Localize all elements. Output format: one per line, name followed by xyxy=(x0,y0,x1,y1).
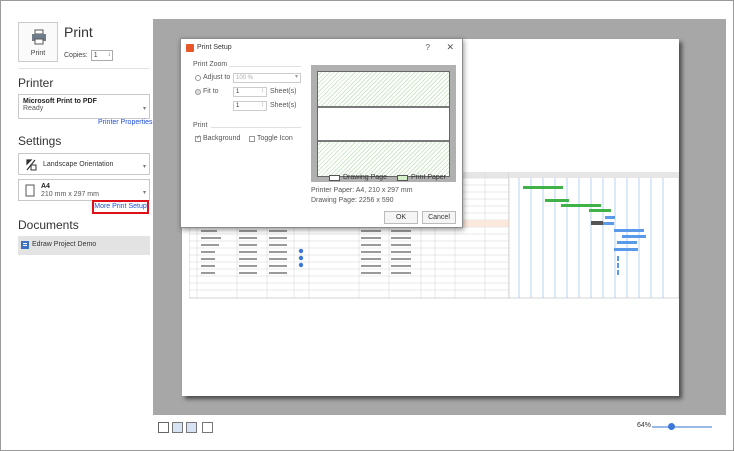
adjust-to-radio[interactable] xyxy=(195,75,201,81)
landscape-icon xyxy=(26,159,37,171)
cancel-button[interactable]: Cancel xyxy=(422,211,456,224)
copies-label: Copies: xyxy=(64,52,88,59)
printer-name: Microsoft Print to PDF xyxy=(23,98,97,105)
print-zoom-group-label: Print Zoom xyxy=(193,61,228,68)
orientation-select[interactable]: Landscape Orientation ▾ xyxy=(18,153,150,175)
fit-to-width-stepper[interactable]: 1 ↕ xyxy=(233,87,267,97)
print-button-label: Print xyxy=(30,50,46,57)
view-fit-icon[interactable] xyxy=(186,422,197,433)
zoom-slider-handle[interactable] xyxy=(667,423,675,430)
drawing-page-edge xyxy=(318,106,449,108)
chevron-down-icon: ▾ xyxy=(142,164,146,170)
drawing-page-swatch xyxy=(329,175,340,181)
legend-print-paper: Print Paper xyxy=(411,174,447,181)
orientation-label: Landscape Orientation xyxy=(43,161,114,168)
paper-size-select[interactable]: A4 210 mm x 297 mm ▾ xyxy=(18,179,150,201)
print-paper xyxy=(317,71,450,177)
legend-drawing-page: Drawing Page xyxy=(343,174,387,181)
view-grid-icon[interactable] xyxy=(172,422,183,433)
printer-heading: Printer xyxy=(18,76,54,90)
adjust-to-select[interactable]: 100 % ▾ xyxy=(233,73,301,83)
stepper-icon: ↕ xyxy=(261,102,264,108)
settings-heading: Settings xyxy=(18,134,62,148)
copies-control: Copies: 1 xyxy=(64,50,113,61)
copies-stepper[interactable]: 1 xyxy=(90,50,113,61)
divider xyxy=(18,68,150,69)
paper-margin-top xyxy=(318,72,449,106)
more-print-setup-link[interactable]: More Print Setup xyxy=(92,200,149,214)
view-width-icon[interactable] xyxy=(202,422,213,433)
paper-name: A4 xyxy=(41,183,50,190)
paper-icon xyxy=(25,184,35,197)
view-single-icon[interactable] xyxy=(158,422,169,433)
toggle-icon-label: Toggle Icon xyxy=(257,135,293,142)
print-group-label: Print xyxy=(193,122,208,129)
chevron-down-icon: ▾ xyxy=(294,74,298,80)
printer-properties-link[interactable]: Printer Properties xyxy=(98,119,152,126)
ok-button[interactable]: OK xyxy=(384,211,418,224)
document-list-item[interactable]: Edraw Project Demo xyxy=(18,236,150,255)
sheets-label: Sheet(s) xyxy=(270,88,297,95)
toggle-icon-checkbox[interactable] xyxy=(249,136,255,142)
paper-dimensions: 210 mm x 297 mm xyxy=(41,191,99,198)
adjust-to-label: Adjust to xyxy=(203,74,231,81)
print-heading: Print xyxy=(64,24,93,40)
divider xyxy=(229,66,301,67)
print-setup-dialog: Print Setup ? ✕ Print Zoom Adjust to 100… xyxy=(180,38,463,228)
zoom-level: 64% xyxy=(637,422,652,429)
zoom-slider[interactable] xyxy=(652,423,712,430)
printer-icon xyxy=(32,29,46,45)
printer-status: Ready xyxy=(23,105,44,112)
close-icon[interactable]: ✕ xyxy=(446,42,454,53)
fit-to-height-value: 1 xyxy=(236,103,240,109)
adjust-to-value: 100 % xyxy=(236,75,254,81)
fit-to-radio[interactable] xyxy=(195,89,201,95)
document-icon xyxy=(21,241,29,249)
print-layout-preview xyxy=(311,65,456,182)
background-label: Background xyxy=(203,135,241,142)
dialog-title: Print Setup xyxy=(197,44,232,51)
divider xyxy=(211,127,301,128)
sheets-label: Sheet(s) xyxy=(270,102,297,109)
app-logo-icon xyxy=(186,44,194,52)
status-bar: 64% xyxy=(153,416,726,444)
documents-heading: Documents xyxy=(18,218,79,232)
print-paper-swatch xyxy=(397,175,408,181)
drawing-page-info: Drawing Page: 2256 x 590 xyxy=(311,197,394,204)
fit-to-height-stepper[interactable]: 1 ↕ xyxy=(233,101,267,111)
print-settings-panel: Print Print Copies: 1 Printer Microsoft … xyxy=(8,12,154,442)
help-icon[interactable]: ? xyxy=(426,43,430,52)
fit-to-label: Fit to xyxy=(203,88,219,95)
print-button[interactable]: Print xyxy=(18,22,58,62)
document-name: Edraw Project Demo xyxy=(32,241,97,248)
chevron-down-icon: ▾ xyxy=(142,106,146,113)
fit-to-width-value: 1 xyxy=(236,89,240,95)
printer-paper-info: Printer Paper: A4, 210 x 297 mm xyxy=(311,187,413,194)
stepper-icon: ↕ xyxy=(261,88,264,94)
chevron-down-icon: ▾ xyxy=(142,190,146,196)
printer-select[interactable]: Microsoft Print to PDF Ready ▾ xyxy=(18,94,150,119)
paper-margin-bottom xyxy=(318,142,449,176)
background-checkbox[interactable] xyxy=(195,134,201,142)
